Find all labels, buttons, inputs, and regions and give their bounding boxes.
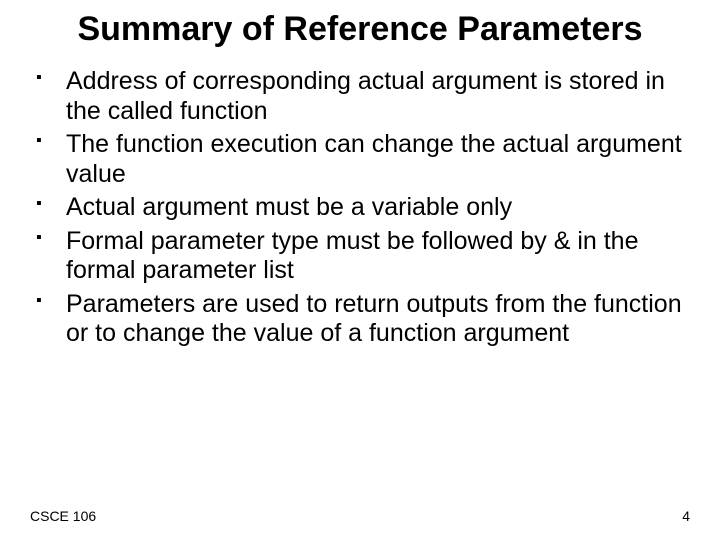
slide-title: Summary of Reference Parameters [30,10,690,49]
list-item: The function execution can change the ac… [60,130,690,189]
list-item: Parameters are used to return outputs fr… [60,290,690,349]
footer-left: CSCE 106 [30,508,96,524]
list-item: Actual argument must be a variable only [60,193,690,223]
slide: Summary of Reference Parameters Address … [0,0,720,540]
footer-page-number: 4 [682,508,690,524]
list-item: Formal parameter type must be followed b… [60,227,690,286]
list-item: Address of corresponding actual argument… [60,67,690,126]
footer: CSCE 106 4 [30,508,690,524]
bullet-list: Address of corresponding actual argument… [30,67,690,349]
